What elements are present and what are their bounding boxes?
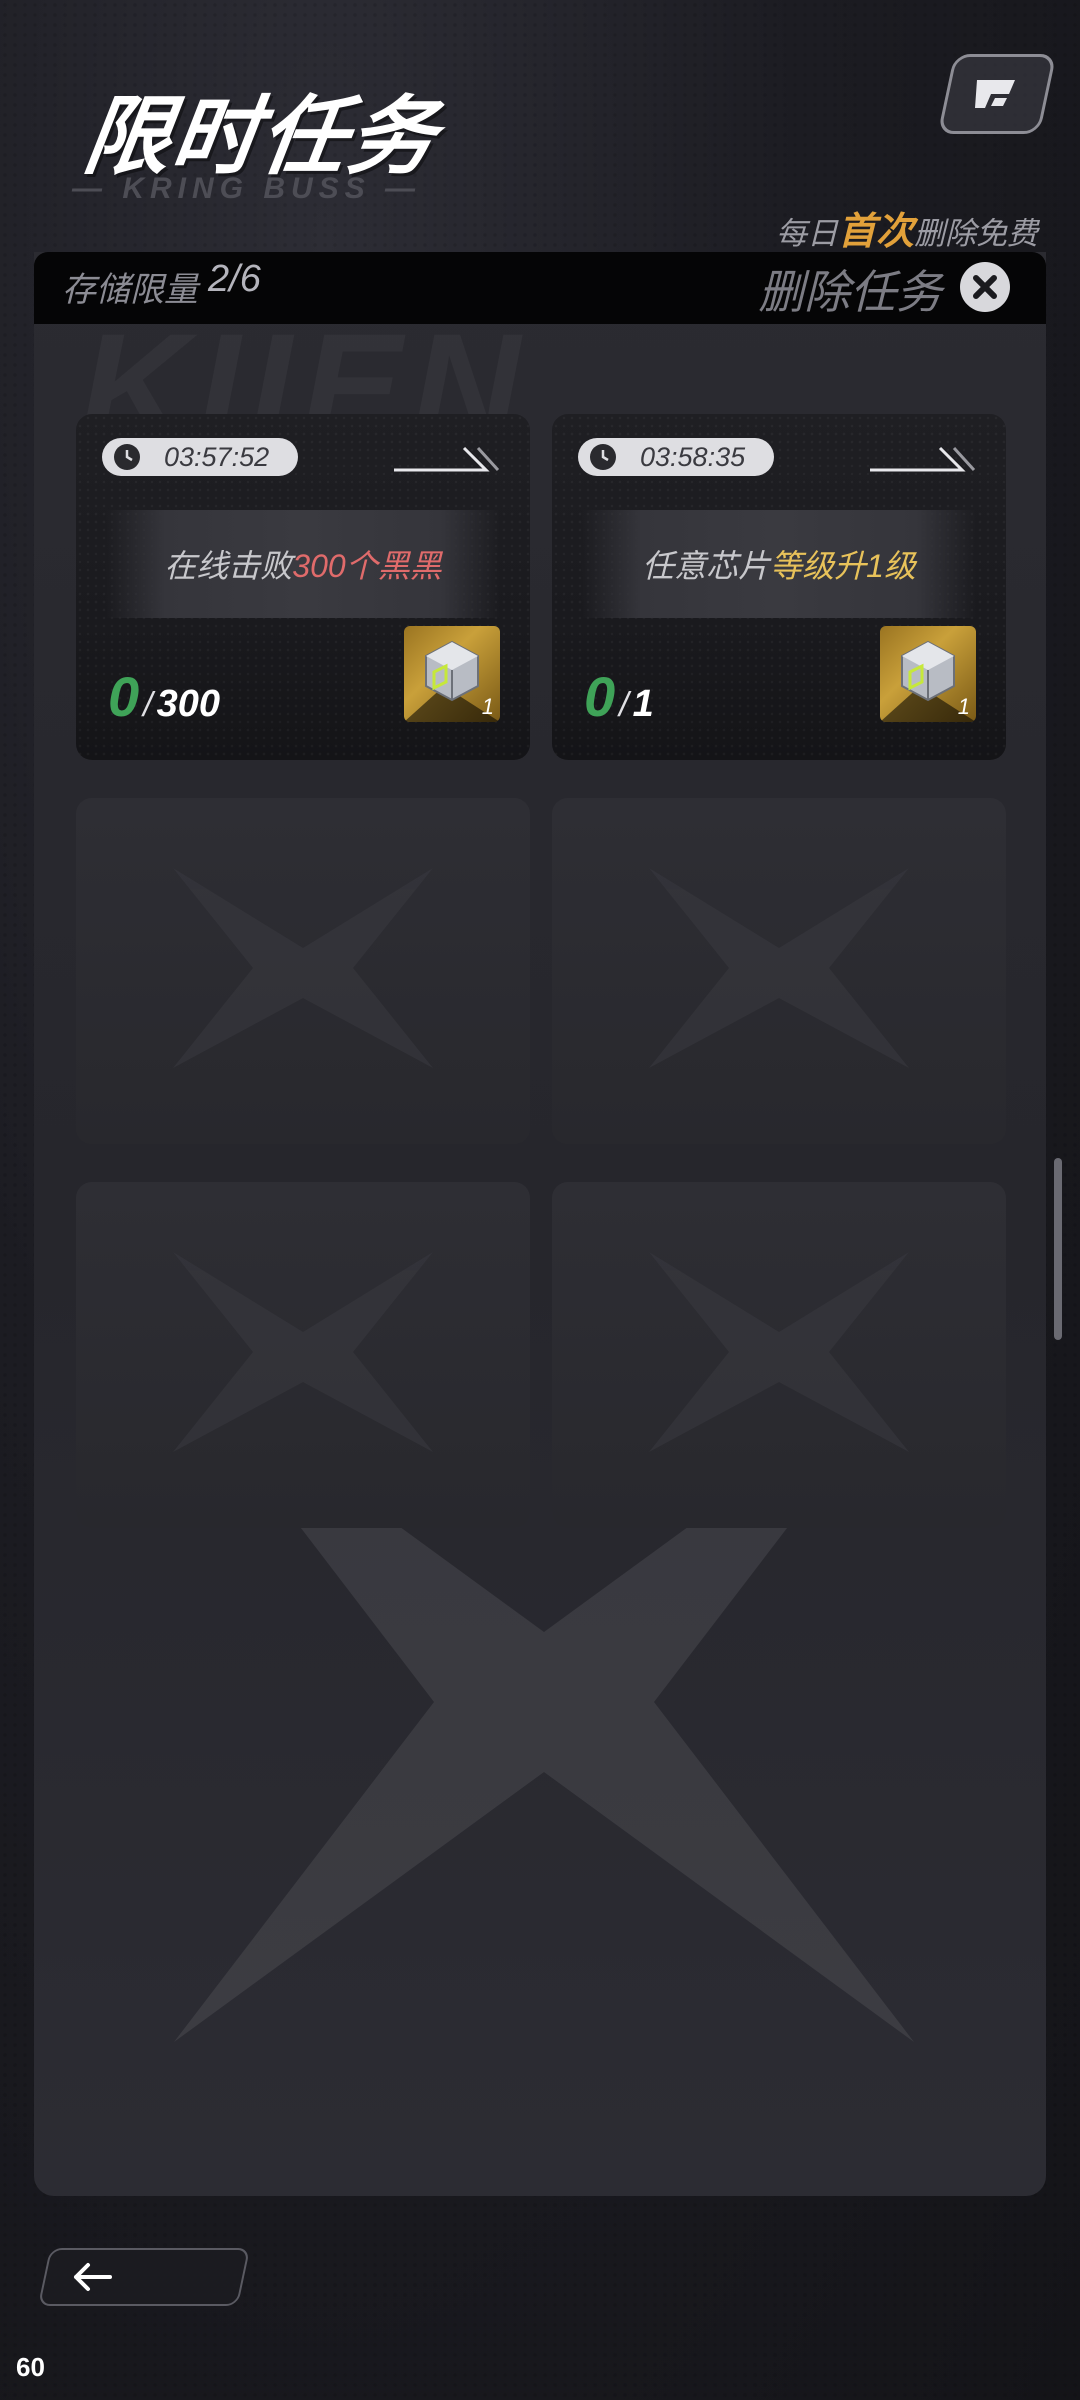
task-card[interactable]: 03:58:35 任意芯片 等级升1级 0/1 1 <box>552 414 1006 760</box>
task-description: 任意芯片 等级升1级 <box>582 510 976 618</box>
history-clock-icon <box>114 444 140 470</box>
title-decoration: — KRING BUSS — <box>72 172 422 205</box>
free-note-highlight: 首次 <box>837 211 914 253</box>
reward-count: 1 <box>481 694 494 719</box>
task-timer: 03:58:35 <box>640 441 746 472</box>
task-timer: 03:57:52 <box>164 441 270 472</box>
task-desc-prefix: 任意芯片 <box>642 548 771 584</box>
empty-task-slot <box>76 1182 530 1528</box>
free-note-suffix: 删除免费 <box>914 216 1038 251</box>
share-icon <box>975 80 1015 108</box>
empty-slot-emblem-icon <box>649 1252 909 1452</box>
progress-goal: 300 <box>156 683 221 725</box>
scrollbar[interactable] <box>1054 1158 1062 1340</box>
reward-item[interactable]: 1 <box>404 626 500 722</box>
speed-lines-icon <box>870 446 976 472</box>
task-desc-highlight: 等级升1级 <box>770 548 916 584</box>
empty-task-slot <box>76 798 530 1144</box>
close-icon <box>973 275 997 299</box>
fps-counter: 60 <box>16 2352 45 2382</box>
task-description: 在线击败 300个黑黑 <box>106 510 500 618</box>
progress-current: 0 <box>584 665 616 728</box>
progress-separator: / <box>619 686 629 724</box>
timer-pill: 03:57:52 <box>102 438 298 476</box>
progress-separator: / <box>143 686 153 724</box>
timer-pill: 03:58:35 <box>578 438 774 476</box>
task-progress: 0/300 <box>108 664 220 729</box>
empty-task-slot <box>552 1182 1006 1528</box>
task-desc-highlight: 300个黑黑 <box>292 548 442 584</box>
empty-slot-emblem-icon <box>173 1252 433 1452</box>
task-desc-prefix: 在线击败 <box>164 548 293 584</box>
task-card[interactable]: 03:57:52 在线击败 300个黑黑 0/300 1 <box>76 414 530 760</box>
delete-task-label[interactable]: 删除任务 <box>758 256 942 322</box>
arrow-left-icon <box>74 2263 112 2291</box>
free-delete-note: 每日首次删除免费 <box>776 200 1038 255</box>
back-button[interactable] <box>37 2248 251 2306</box>
free-note-prefix: 每日 <box>775 216 838 251</box>
empty-slot-emblem-icon <box>649 868 909 1068</box>
progress-current: 0 <box>108 665 140 728</box>
reward-item[interactable]: 1 <box>880 626 976 722</box>
empty-slot-emblem-icon <box>173 868 433 1068</box>
task-progress: 0/1 <box>584 664 654 729</box>
reward-count: 1 <box>957 694 970 719</box>
progress-goal: 1 <box>632 683 654 725</box>
history-clock-icon <box>590 444 616 470</box>
storage-label: 存储限量 <box>62 271 198 309</box>
delete-task-button[interactable] <box>960 262 1010 312</box>
share-button[interactable] <box>937 54 1057 134</box>
storage-value: 2/6 <box>208 258 261 300</box>
empty-task-slot <box>552 798 1006 1144</box>
speed-lines-icon <box>394 446 500 472</box>
